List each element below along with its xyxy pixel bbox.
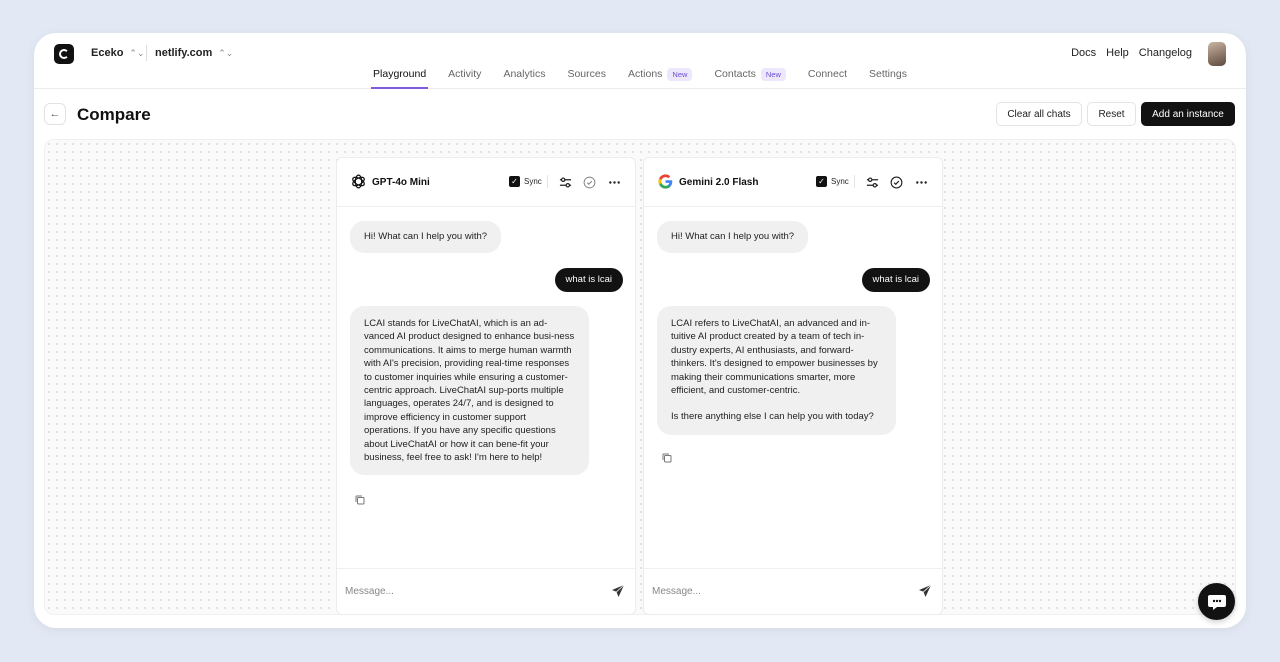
tab-label: Contacts: [714, 68, 756, 80]
copy-icon[interactable]: [354, 494, 366, 506]
openai-icon: [352, 174, 365, 189]
workspace-switcher[interactable]: Eceko ⌃⌄: [91, 47, 145, 59]
tab-label: Settings: [869, 68, 907, 80]
divider: [146, 45, 147, 61]
check-circle-icon[interactable]: [582, 175, 596, 189]
send-icon[interactable]: [611, 584, 625, 598]
add-instance-button[interactable]: Add an instance: [1141, 102, 1235, 126]
panel-header: GPT-4o Mini ✓ Sync: [337, 158, 635, 207]
message-input[interactable]: [652, 583, 902, 599]
workspace-name: Eceko: [91, 47, 124, 59]
tab-label: Sources: [567, 68, 606, 80]
tab-activity[interactable]: Activity: [437, 68, 492, 89]
bot-message: Hi! What can I help you with?: [657, 221, 809, 253]
checkbox-checked-icon[interactable]: ✓: [816, 176, 827, 187]
sync-label: Sync: [524, 177, 542, 186]
changelog-link[interactable]: Changelog: [1139, 47, 1192, 59]
message-composer: [644, 568, 942, 614]
more-options-icon[interactable]: [607, 175, 621, 189]
chat-panel-gemini: Gemini 2.0 Flash ✓ Sync Hi! What can I h…: [643, 157, 943, 615]
site-name: netlify.com: [155, 47, 213, 59]
new-badge: New: [760, 68, 786, 81]
docs-link[interactable]: Docs: [1071, 47, 1096, 59]
app-window: Eceko ⌃⌄ netlify.com ⌃⌄ Docs Help Change…: [34, 33, 1246, 628]
bot-message: Hi! What can I help you with?: [350, 221, 502, 253]
model-name: Gemini 2.0 Flash: [679, 177, 759, 188]
app-logo[interactable]: [54, 44, 74, 64]
chat-messages: Hi! What can I help you with? what is lc…: [644, 208, 942, 570]
user-message: what is lcai: [861, 268, 930, 292]
chat-messages: Hi! What can I help you with? what is lc…: [337, 208, 635, 570]
tab-contacts[interactable]: Contacts New: [703, 68, 796, 89]
clear-all-chats-button[interactable]: Clear all chats: [996, 102, 1082, 126]
tab-actions[interactable]: Actions New: [617, 68, 703, 89]
tab-connect[interactable]: Connect: [797, 68, 858, 89]
reset-button[interactable]: Reset: [1087, 102, 1136, 126]
bot-message: LCAI refers to LiveChatAI, an advanced a…: [657, 306, 896, 435]
top-bar: Eceko ⌃⌄ netlify.com ⌃⌄ Docs Help Change…: [34, 33, 1246, 89]
tab-analytics[interactable]: Analytics: [492, 68, 556, 89]
page-title: Compare: [77, 105, 151, 124]
sync-toggle[interactable]: ✓ Sync: [509, 176, 542, 187]
bot-message-text: LCAI refers to LiveChatAI, an advanced a…: [671, 318, 878, 397]
tab-playground[interactable]: Playground: [362, 68, 437, 89]
main-nav: Playground Activity Analytics Sources Ac…: [34, 68, 1246, 89]
tab-sources[interactable]: Sources: [556, 68, 617, 89]
arrow-left-icon: ←: [49, 108, 61, 120]
tab-settings[interactable]: Settings: [858, 68, 918, 89]
chat-panel-gpt: GPT-4o Mini ✓ Sync Hi! What can I help y…: [336, 157, 636, 615]
panel-header: Gemini 2.0 Flash ✓ Sync: [644, 158, 942, 207]
tab-label: Actions: [627, 68, 663, 80]
divider: [854, 175, 855, 188]
chat-support-button[interactable]: [1198, 583, 1235, 620]
google-icon: [658, 174, 673, 189]
check-circle-icon[interactable]: [889, 175, 903, 189]
compare-canvas: [44, 139, 1236, 615]
sync-label: Sync: [831, 177, 849, 186]
sync-toggle[interactable]: ✓ Sync: [816, 176, 849, 187]
chevron-updown-icon: ⌃⌄: [129, 47, 145, 58]
site-switcher[interactable]: netlify.com ⌃⌄: [155, 47, 233, 59]
tab-label: Activity: [448, 68, 482, 80]
sliders-icon[interactable]: [558, 175, 572, 189]
help-link[interactable]: Help: [1106, 47, 1129, 59]
chat-bubble-icon: [1207, 594, 1226, 610]
sliders-icon[interactable]: [865, 175, 879, 189]
message-input[interactable]: [345, 583, 595, 599]
avatar[interactable]: [1208, 42, 1226, 66]
tab-label: Analytics: [503, 68, 546, 80]
copy-icon[interactable]: [661, 452, 673, 464]
more-options-icon[interactable]: [914, 175, 928, 189]
tab-label: Playground: [373, 68, 427, 80]
back-button[interactable]: ←: [44, 103, 66, 125]
checkbox-checked-icon[interactable]: ✓: [509, 176, 520, 187]
tab-label: Connect: [807, 68, 847, 80]
model-name: GPT-4o Mini: [372, 177, 430, 188]
bot-message: LCAI stands for LiveChatAI, which is an …: [350, 306, 589, 476]
chevron-updown-icon: ⌃⌄: [218, 47, 234, 58]
new-badge: New: [667, 68, 693, 81]
divider: [547, 175, 548, 188]
top-links: Docs Help Changelog: [1071, 47, 1192, 59]
send-icon[interactable]: [918, 584, 932, 598]
bot-message-followup: Is there anything else I can help you wi…: [671, 411, 874, 423]
user-message: what is lcai: [554, 268, 623, 292]
message-composer: [337, 568, 635, 614]
